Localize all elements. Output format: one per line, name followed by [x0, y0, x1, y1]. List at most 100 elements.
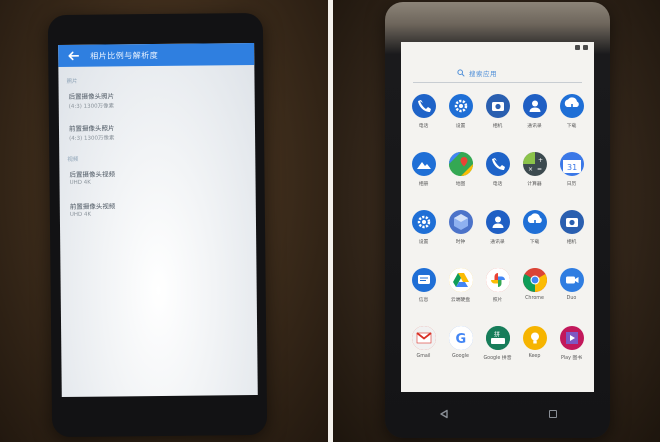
contacts-icon — [522, 94, 547, 118]
app-label: 信息 — [418, 298, 429, 303]
svg-text:拼: 拼 — [494, 331, 500, 339]
app-shortcut[interactable]: Duo — [553, 268, 590, 326]
search-placeholder: 搜索应用 — [469, 70, 497, 78]
app-label: 相册 — [418, 182, 429, 187]
maps-icon — [448, 152, 473, 176]
app-shortcut[interactable]: 相机 — [553, 210, 590, 268]
setting-rear-video[interactable]: 后置摄像头视频 UHD 4K — [69, 167, 255, 187]
app-label: Google — [452, 354, 469, 359]
google-photos-icon — [485, 268, 510, 292]
nav-back-icon[interactable] — [439, 409, 449, 419]
setting-title: 后置摄像头照片 — [68, 92, 115, 101]
right-phone: 搜索应用 电话 设置 相机 通讯录 下载 相册 地图 电话 + × = 计算器 31 日历 设置 时钟 通讯录下… — [385, 2, 610, 438]
calculator-icon: + × = — [522, 152, 547, 176]
app-shortcut[interactable]: 设置 — [405, 210, 442, 268]
app-label: Chrome — [525, 296, 544, 301]
app-shortcut[interactable]: 信息 — [405, 268, 442, 326]
app-shortcut[interactable]: 设置 — [442, 94, 479, 152]
app-label: 设置 — [455, 124, 466, 129]
keep-icon — [522, 326, 547, 350]
calendar-icon: 31 — [559, 152, 584, 176]
app-shortcut[interactable]: 云端硬盘 — [442, 268, 479, 326]
photos-icon — [411, 152, 436, 176]
gmail-icon — [411, 326, 436, 350]
app-shortcut[interactable]: 地图 — [442, 152, 479, 210]
home-screen: 搜索应用 电话 设置 相机 通讯录 下载 相册 地图 电话 + × = 计算器 31 日历 设置 时钟 通讯录下… — [401, 42, 594, 392]
app-shortcut[interactable]: 下载 — [553, 94, 590, 152]
app-shortcut[interactable]: + × = 计算器 — [516, 152, 553, 210]
left-phone: 相片比例与解析度 照片 后置摄像头照片 (4:3) 1300万像素 前置摄像头照… — [47, 12, 268, 438]
svg-text:=: = — [537, 166, 542, 173]
app-shortcut[interactable]: 相册 — [405, 152, 442, 210]
app-shortcut[interactable]: 电话 — [479, 152, 516, 210]
contacts-icon — [485, 210, 510, 234]
app-row: 相册 地图 电话 + × = 计算器 31 日历 — [405, 152, 590, 210]
svg-text:×: × — [528, 166, 533, 173]
search-icon — [457, 69, 465, 77]
app-label: 下载 — [529, 240, 540, 245]
setting-value: UHD 4K — [69, 179, 91, 186]
camera-icon — [559, 210, 584, 234]
app-shortcut[interactable]: 通讯录 — [516, 94, 553, 152]
app-search-bar[interactable]: 搜索应用 — [457, 68, 497, 78]
navigation-bar — [385, 402, 610, 426]
back-arrow-icon[interactable] — [66, 49, 80, 63]
app-label: 计算器 — [527, 182, 542, 187]
app-label: 电话 — [492, 182, 503, 187]
app-shortcut[interactable]: Play 图书 — [553, 326, 590, 384]
app-label: Keep — [528, 354, 541, 359]
app-label: 通讯录 — [490, 240, 505, 245]
chrome-icon — [522, 268, 547, 292]
nav-recents-icon[interactable] — [548, 410, 557, 418]
setting-front-video[interactable]: 前置摄像头视频 UHD 4K — [70, 199, 256, 219]
app-label: 照片 — [492, 298, 503, 303]
svg-text:31: 31 — [567, 163, 577, 172]
app-shortcut[interactable]: 拼 Google 拼音 — [479, 326, 516, 384]
phone-icon — [411, 94, 436, 118]
app-bar: 相片比例与解析度 — [58, 42, 255, 68]
app-label: Duo — [566, 296, 577, 301]
pinyin-keyboard-icon: 拼 — [485, 326, 510, 350]
app-label: 时钟 — [455, 240, 466, 245]
app-label: Google 拼音 — [483, 356, 512, 361]
section-header-photo: 照片 — [66, 78, 78, 85]
app-shortcut[interactable]: 下载 — [516, 210, 553, 268]
app-shortcut[interactable]: Keep — [516, 326, 553, 384]
app-shortcut[interactable]: Gmail — [405, 326, 442, 384]
app-shortcut[interactable]: 31 日历 — [553, 152, 590, 210]
setting-title: 前置摄像头照片 — [68, 124, 115, 133]
app-shortcut[interactable]: 照片 — [479, 268, 516, 326]
app-shortcut[interactable]: 通讯录 — [479, 210, 516, 268]
app-label: 相机 — [492, 124, 503, 129]
app-shortcut[interactable]: G Google — [442, 326, 479, 384]
play-books-icon — [559, 326, 584, 350]
app-label: Gmail — [416, 354, 431, 359]
app-row: 电话 设置 相机 通讯录 下载 — [405, 94, 590, 152]
app-shortcut[interactable]: 电话 — [405, 94, 442, 152]
settings-screen: 相片比例与解析度 照片 后置摄像头照片 (4:3) 1300万像素 前置摄像头照… — [58, 42, 258, 398]
download-icon — [522, 210, 547, 234]
app-label: 电话 — [418, 124, 429, 129]
app-label: Play 图书 — [560, 356, 583, 361]
settings-gear-icon — [411, 210, 436, 234]
setting-value: UHD 4K — [69, 211, 92, 218]
camera-icon — [485, 94, 510, 118]
app-label: 相机 — [566, 240, 577, 245]
app-label: 地图 — [455, 182, 466, 187]
app-label: 设置 — [418, 240, 429, 245]
section-header-video: 视频 — [67, 156, 79, 163]
setting-title: 前置摄像头视频 — [69, 202, 116, 211]
setting-value: (4:3) 1300万像素 — [69, 135, 115, 142]
app-row: 信息 云端硬盘 照片 Chrome Duo — [405, 268, 590, 326]
app-row: 设置 时钟 通讯录 下载 相机 — [405, 210, 590, 268]
app-shortcut[interactable]: Chrome — [516, 268, 553, 326]
drive-icon — [448, 268, 473, 292]
clock-icon — [448, 210, 473, 234]
setting-front-photo[interactable]: 前置摄像头照片 (4:3) 1300万像素 — [69, 121, 255, 141]
settings-gear-icon — [448, 94, 473, 118]
app-shortcut[interactable]: 时钟 — [442, 210, 479, 268]
svg-text:+: + — [538, 157, 543, 164]
app-shortcut[interactable]: 相机 — [479, 94, 516, 152]
setting-rear-photo[interactable]: 后置摄像头照片 (4:3) 1300万像素 — [69, 89, 255, 109]
app-drawer-grid: 电话 设置 相机 通讯录 下载 相册 地图 电话 + × = 计算器 31 日历 设置 时钟 通讯录 下载 相机 信息… — [405, 94, 590, 384]
